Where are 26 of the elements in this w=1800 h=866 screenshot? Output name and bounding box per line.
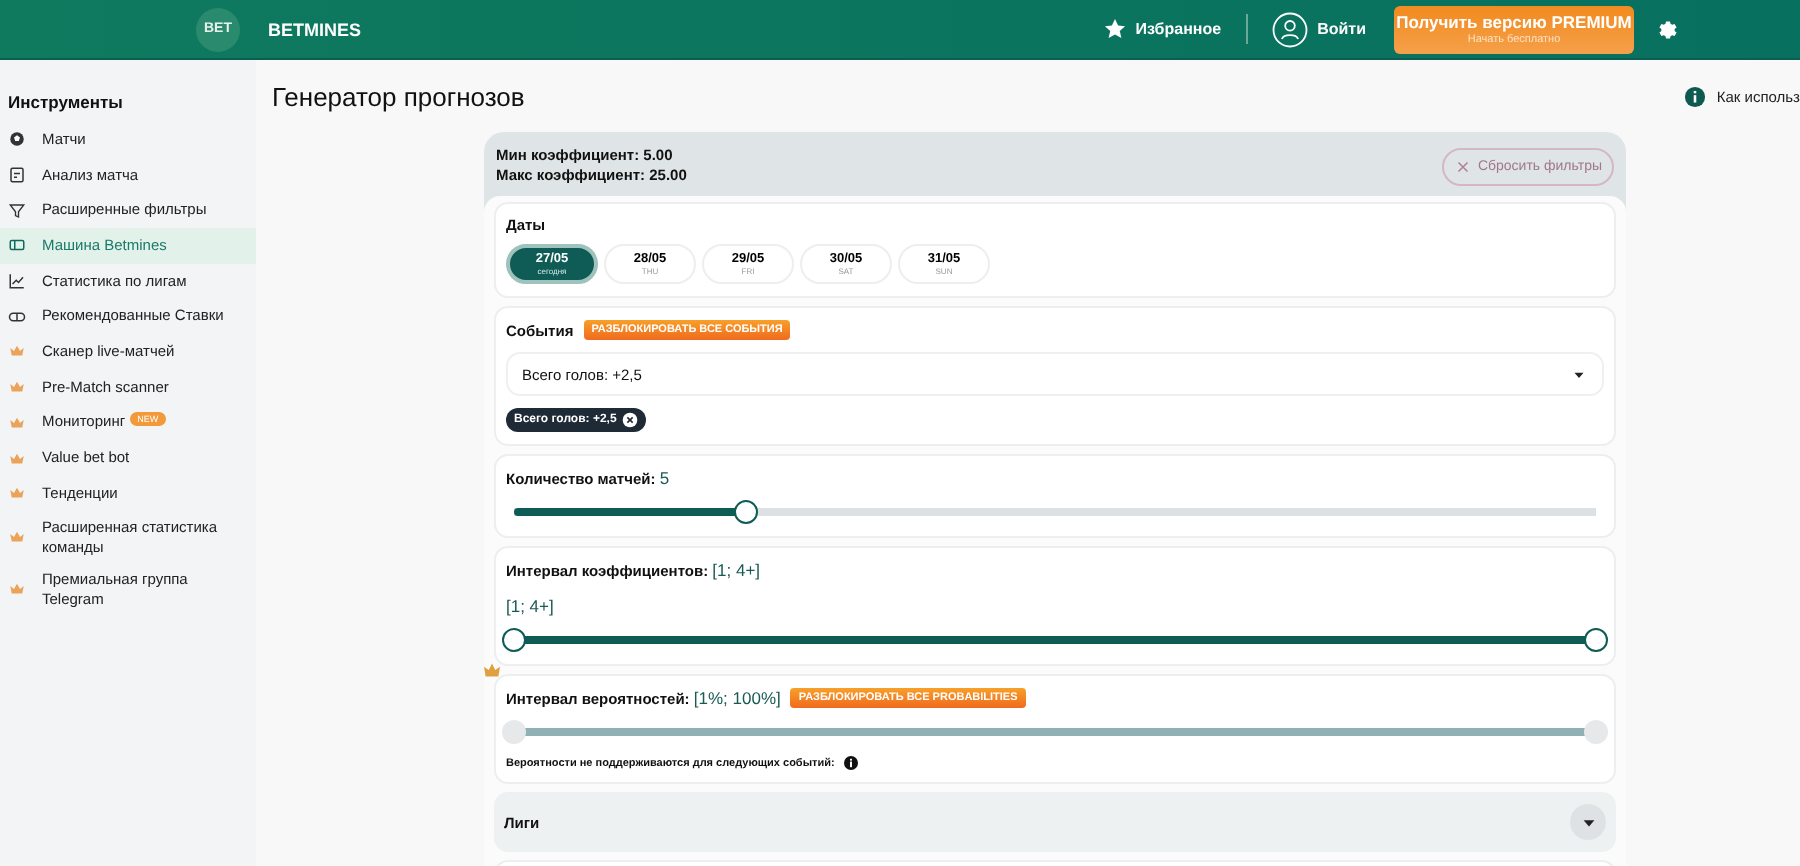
- close-icon: [622, 412, 639, 428]
- crown-icon: [8, 580, 26, 599]
- settings-icon[interactable]: [1656, 17, 1680, 41]
- page-title: Генератор прогнозов: [272, 82, 525, 112]
- crown-icon: [8, 528, 26, 547]
- star-icon: [1103, 18, 1126, 40]
- sidebar-title: Инструменты: [6, 92, 125, 112]
- document-icon: [8, 166, 26, 185]
- close-icon: [1453, 157, 1472, 175]
- ticket-icon: [8, 236, 26, 255]
- favorites-button[interactable]: Избранное: [1103, 18, 1222, 40]
- range-reading: [1; 4+]: [506, 596, 556, 616]
- login-button[interactable]: Войти: [1271, 11, 1366, 47]
- info-icon: [1684, 86, 1707, 108]
- chart-icon: [8, 272, 26, 291]
- ball-icon: [8, 130, 26, 149]
- crown-icon: [482, 662, 502, 678]
- expand-button[interactable]: [1570, 804, 1606, 840]
- slider-thumb[interactable]: [734, 500, 759, 524]
- info-icon[interactable]: [844, 756, 859, 770]
- filter-icon: [8, 201, 26, 220]
- slider-thumb[interactable]: [502, 628, 526, 652]
- user-icon: [1271, 11, 1308, 47]
- brand-name[interactable]: BETMINES: [268, 19, 362, 39]
- slider-thumb[interactable]: [1584, 628, 1608, 652]
- coupon-icon: [8, 307, 26, 326]
